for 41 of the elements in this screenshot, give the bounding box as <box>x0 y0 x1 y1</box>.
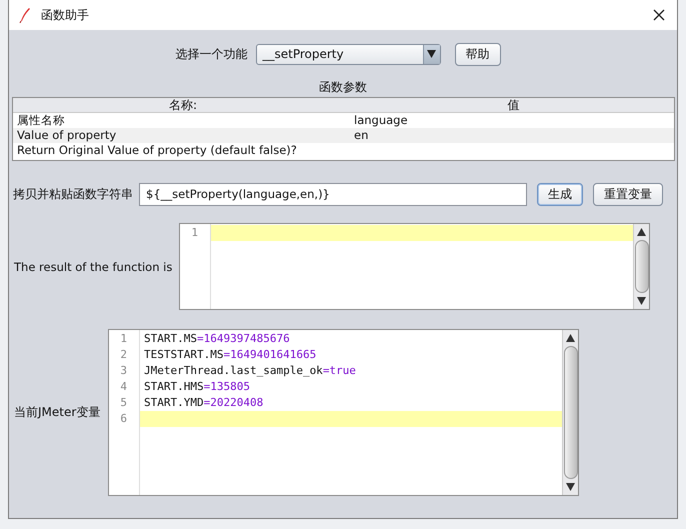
code-line: START.YMD=20220408 <box>144 396 264 409</box>
table-cell: en <box>354 128 368 142</box>
scrollbar[interactable] <box>562 330 578 495</box>
help-button[interactable]: 帮助 <box>454 42 500 66</box>
table-cell: language <box>354 113 408 127</box>
close-icon[interactable] <box>653 9 665 21</box>
scroll-down-icon[interactable] <box>637 297 646 305</box>
line-number: 5 <box>119 395 128 411</box>
variables-editor[interactable]: 1 2 3 4 5 6 START.MS=1649397485676 TESTSTART.MS=1649401641665 JMeterThread.last_sample_ok=true START.HMS=135805 START.YMD=20220408 <box>108 329 579 496</box>
parameters-title: 函数参数 <box>318 79 368 96</box>
scroll-up-icon[interactable] <box>637 228 646 236</box>
function-string-field[interactable]: ${__setProperty(language,en,)} <box>139 182 527 206</box>
function-dropdown[interactable]: __setProperty <box>256 44 440 64</box>
table-cell-text: Return Original Value of property (default false)? <box>17 143 298 158</box>
result-label: The result of the function is <box>13 260 174 274</box>
line-number: 1 <box>119 331 128 347</box>
scroll-up-icon[interactable] <box>566 334 575 342</box>
line-number: 1 <box>190 225 199 241</box>
code-line: JMeterThread.last_sample_ok=true <box>144 364 356 377</box>
code-line: START.MS=1649397485676 <box>144 332 290 345</box>
line-number: 3 <box>119 363 128 379</box>
code-line: TESTSTART.MS=1649401641665 <box>144 348 316 361</box>
variables-label: 当前JMeter变量 <box>13 404 102 421</box>
dropdown-arrow-icon <box>427 50 436 58</box>
column-header[interactable]: 值 <box>353 98 674 112</box>
generate-button[interactable]: 生成 <box>537 182 583 206</box>
table-cell-text: Value of property <box>17 128 118 143</box>
column-header[interactable]: 名称: <box>13 98 353 112</box>
line-number: 6 <box>119 411 128 427</box>
feather-icon <box>19 7 31 23</box>
code-line: START.HMS=135805 <box>144 380 250 393</box>
line-number: 4 <box>119 379 128 395</box>
copy-label: 拷贝并粘贴函数字符串 <box>13 186 133 202</box>
window-title: 函数助手 <box>41 6 90 24</box>
table-cell-text: 属性名称 <box>17 113 66 128</box>
scrollbar[interactable] <box>633 224 649 309</box>
reset-button[interactable]: 重置变量 <box>593 182 663 206</box>
line-number: 2 <box>119 347 128 363</box>
scroll-down-icon[interactable] <box>566 483 575 491</box>
result-editor[interactable]: 1 <box>179 223 650 310</box>
function-label: 选择一个功能 <box>176 46 248 62</box>
